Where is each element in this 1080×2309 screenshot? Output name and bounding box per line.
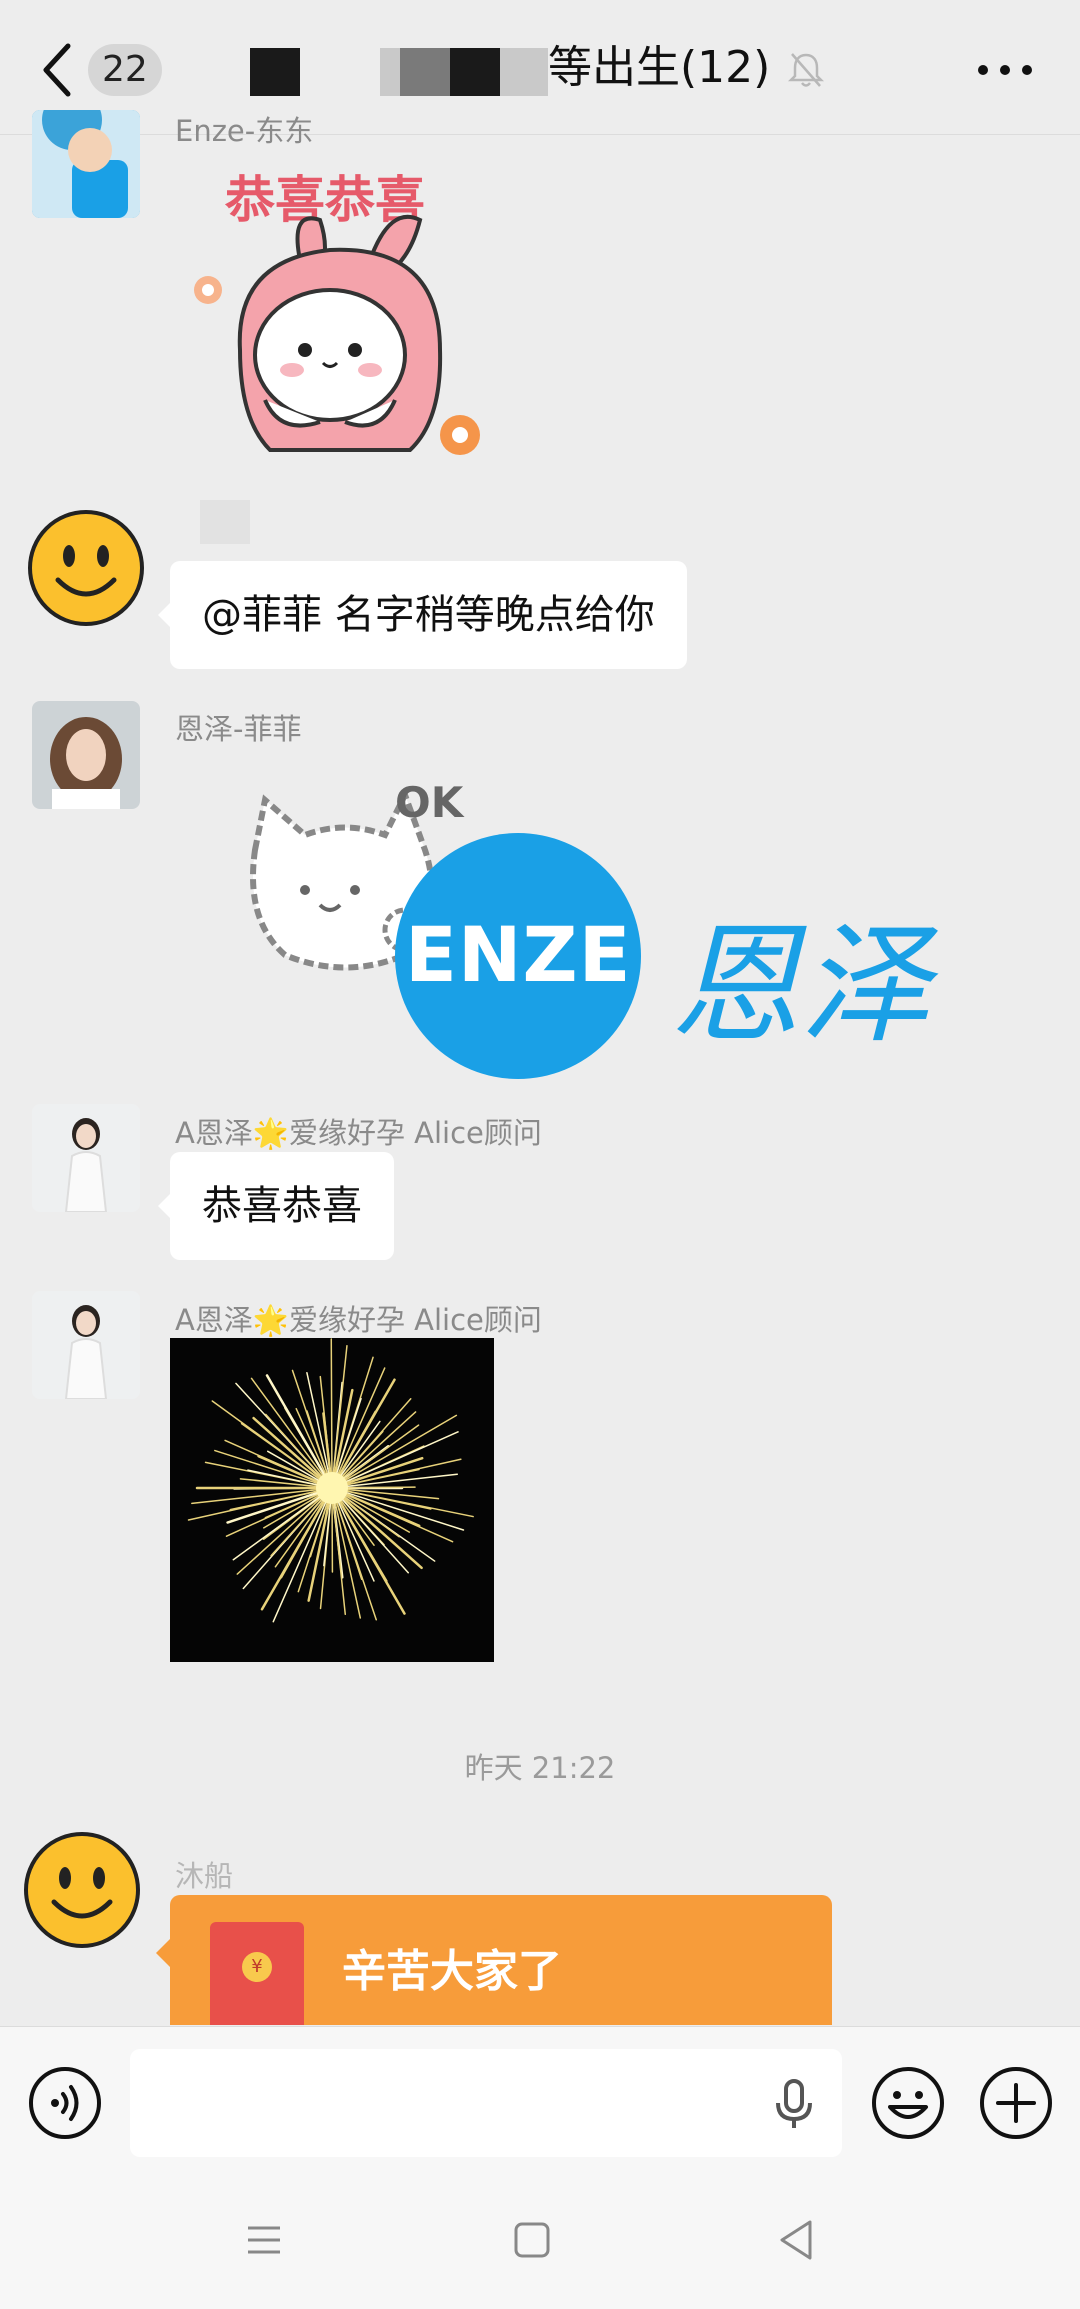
- sender-name: Enze-东东: [175, 114, 314, 148]
- microphone-icon[interactable]: [772, 2079, 816, 2129]
- firework-spark: [260, 1495, 329, 1611]
- avatar[interactable]: [32, 1104, 140, 1212]
- sticker-enze-ok[interactable]: OK ENZE 恩泽: [225, 778, 945, 1080]
- avatar[interactable]: [32, 701, 140, 809]
- sender-name: 恩泽-菲菲: [175, 712, 302, 746]
- enze-logo-text: ENZE: [405, 910, 632, 999]
- chat-timestamp: 昨天 21:22: [464, 1751, 616, 1785]
- plus-icon[interactable]: [978, 2065, 1054, 2141]
- redacted-title-part: [400, 48, 450, 96]
- firework-spark: [330, 1338, 333, 1479]
- bunny-sticker-image: [194, 214, 480, 455]
- recent-apps-icon[interactable]: [244, 2220, 284, 2260]
- chat-title: 等出生(12): [548, 42, 771, 93]
- enze-chinese-logo: 恩泽: [670, 909, 931, 1061]
- redacted-title-part: [380, 48, 400, 96]
- fireworks-burst-image: [187, 1338, 474, 1623]
- system-nav-bar: [0, 2176, 1080, 2309]
- redacted-sender-name: [200, 500, 250, 544]
- firework-spark: [332, 1497, 347, 1616]
- smiley-avatar-icon[interactable]: [22, 1830, 142, 1950]
- more-options-icon[interactable]: [975, 58, 1035, 82]
- red-packet-message[interactable]: ¥ 辛苦大家了: [156, 1895, 832, 2025]
- firework-core: [316, 1472, 348, 1504]
- sticker-caption: OK: [395, 778, 464, 827]
- home-icon[interactable]: [512, 2220, 552, 2260]
- sticker-congrats[interactable]: 恭喜恭喜: [180, 150, 500, 480]
- sender-name: 沐船: [175, 1859, 234, 1893]
- firework-spark: [341, 1486, 416, 1489]
- avatar[interactable]: [32, 110, 140, 218]
- firework-spark: [252, 1416, 326, 1483]
- back-arrow-icon[interactable]: [38, 40, 78, 100]
- sender-name: A恩泽🌟爱缘好孕 Alice顾问: [175, 1116, 542, 1150]
- emoji-icon[interactable]: [870, 2065, 946, 2141]
- message-bubble[interactable]: 恭喜恭喜: [158, 1152, 394, 1260]
- redacted-title-part: [250, 48, 300, 96]
- coin-icon: ¥: [242, 1952, 272, 1982]
- fireworks-image[interactable]: [170, 1338, 494, 1662]
- unread-count-badge[interactable]: 22: [88, 44, 162, 96]
- firework-spark: [319, 1375, 332, 1479]
- avatar[interactable]: [32, 1291, 140, 1399]
- smiley-avatar-icon[interactable]: [26, 508, 146, 628]
- message-text-input[interactable]: [130, 2049, 842, 2157]
- sender-name: A恩泽🌟爱缘好孕 Alice顾问: [175, 1303, 542, 1337]
- red-packet-text: 辛苦大家了: [342, 1946, 562, 1997]
- redacted-title-part: [500, 48, 548, 96]
- red-packet-icon: ¥: [210, 1922, 304, 2025]
- chat-header: 22 等出生(12): [0, 0, 1080, 135]
- redacted-title-part: [450, 48, 500, 96]
- firework-spark: [250, 1377, 327, 1481]
- back-triangle-icon[interactable]: [776, 2218, 816, 2262]
- message-input-bar: [0, 2026, 1080, 2176]
- mute-bell-icon: [787, 53, 825, 87]
- voice-input-icon[interactable]: [28, 2066, 102, 2140]
- message-bubble[interactable]: @菲菲 名字稍等晚点给你: [158, 561, 687, 669]
